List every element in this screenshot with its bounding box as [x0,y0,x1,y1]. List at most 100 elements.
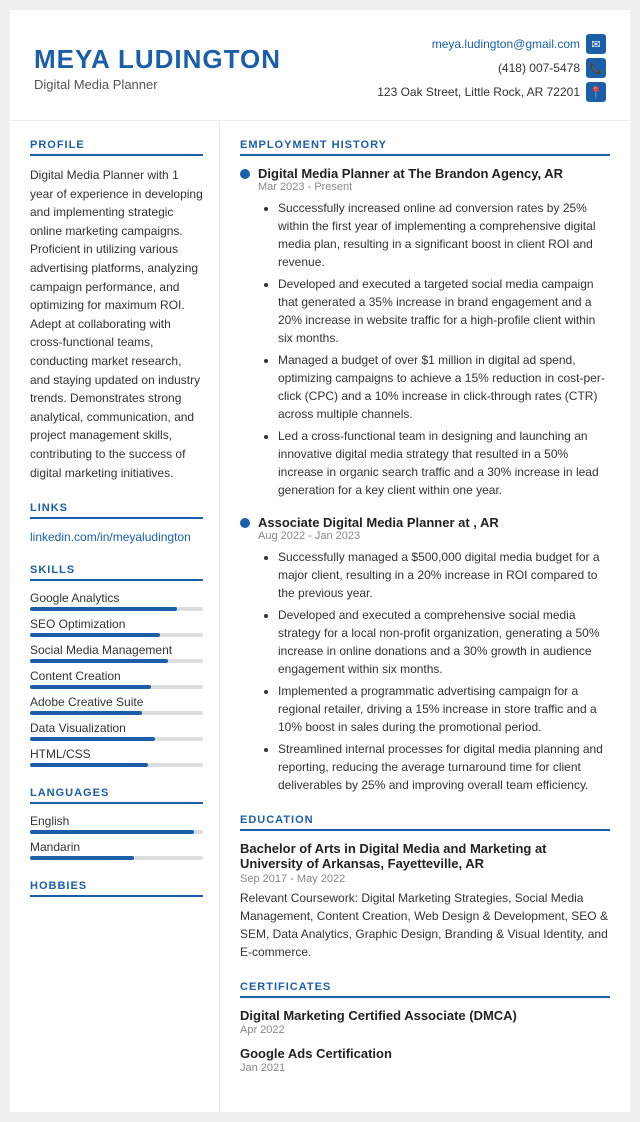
phone-icon: 📞 [586,58,606,78]
hobbies-title: HOBBIES [30,880,203,897]
job-title: Digital Media Planner at The Brandon Age… [258,166,563,181]
address-contact: 123 Oak Street, Little Rock, AR 72201 📍 [377,82,606,102]
skill-bar-bg [30,737,203,741]
skill-bar-bg [30,711,203,715]
phone-contact: (418) 007-5478 📞 [498,58,606,78]
job-dot [240,169,250,179]
address-text: 123 Oak Street, Little Rock, AR 72201 [377,85,580,99]
skill-item: Data Visualization [30,721,203,741]
header-right: meya.ludington@gmail.com ✉ (418) 007-547… [377,34,606,102]
language-name: Mandarin [30,840,203,854]
skill-bar-fill [30,685,151,689]
skill-item: Social Media Management [30,643,203,663]
location-icon: 📍 [586,82,606,102]
email-link[interactable]: meya.ludington@gmail.com [432,37,580,51]
bullet-item: Led a cross-functional team in designing… [278,427,610,499]
skill-bar-fill [30,607,177,611]
employment-section: EMPLOYMENT HISTORY Digital Media Planner… [240,139,610,794]
job-date: Mar 2023 - Present [258,181,610,193]
cert-item: Google Ads Certification Jan 2021 [240,1046,610,1074]
certs-list: Digital Marketing Certified Associate (D… [240,1008,610,1074]
skill-item: HTML/CSS [30,747,203,767]
skill-name: Content Creation [30,669,203,683]
skill-bar-fill [30,711,142,715]
languages-section: LANGUAGES English Mandarin [30,787,203,860]
cert-item: Digital Marketing Certified Associate (D… [240,1008,610,1036]
job-dot [240,518,250,528]
skill-name: HTML/CSS [30,747,203,761]
left-column: PROFILE Digital Media Planner with 1 yea… [10,121,220,1112]
job-title: Associate Digital Media Planner at , AR [258,515,499,530]
links-section: LINKS linkedin.com/in/meyaludington [30,502,203,544]
degree-title: Bachelor of Arts in Digital Media and Ma… [240,841,610,871]
skill-name: Social Media Management [30,643,203,657]
links-title: LINKS [30,502,203,519]
jobs-list: Digital Media Planner at The Brandon Age… [240,166,610,794]
skill-bar-bg [30,763,203,767]
bullet-item: Managed a budget of over $1 million in d… [278,351,610,423]
right-column: EMPLOYMENT HISTORY Digital Media Planner… [220,121,630,1112]
skill-bar-bg [30,685,203,689]
job-item: Associate Digital Media Planner at , AR … [240,515,610,794]
skill-bar-fill [30,659,168,663]
candidate-name: MEYA LUDINGTON [34,44,281,75]
header: MEYA LUDINGTON Digital Media Planner mey… [10,10,630,121]
skills-section: SKILLS Google Analytics SEO Optimization… [30,564,203,767]
bullet-item: Streamlined internal processes for digit… [278,740,610,794]
skill-item: Google Analytics [30,591,203,611]
job-item: Digital Media Planner at The Brandon Age… [240,166,610,499]
phone-text: (418) 007-5478 [498,61,580,75]
skill-item: SEO Optimization [30,617,203,637]
skill-bar-fill [30,763,148,767]
language-bar-bg [30,830,203,834]
job-bullets: Successfully increased online ad convers… [268,199,610,499]
skill-bar-bg [30,633,203,637]
languages-list: English Mandarin [30,814,203,860]
skill-item: Content Creation [30,669,203,689]
cert-name: Digital Marketing Certified Associate (D… [240,1008,610,1023]
profile-section: PROFILE Digital Media Planner with 1 yea… [30,139,203,482]
bullet-item: Successfully managed a $500,000 digital … [278,548,610,602]
skill-name: Google Analytics [30,591,203,605]
cert-name: Google Ads Certification [240,1046,610,1061]
certificates-section: CERTIFICATES Digital Marketing Certified… [240,981,610,1074]
bullet-item: Developed and executed a targeted social… [278,275,610,347]
language-bar-fill [30,856,134,860]
skill-item: Adobe Creative Suite [30,695,203,715]
candidate-title: Digital Media Planner [34,77,281,92]
header-left: MEYA LUDINGTON Digital Media Planner [34,44,281,92]
linkedin-link-item: linkedin.com/in/meyaludington [30,529,203,544]
cert-date: Apr 2022 [240,1024,610,1036]
education-title: EDUCATION [240,814,610,831]
bullet-item: Successfully increased online ad convers… [278,199,610,271]
job-bullets: Successfully managed a $500,000 digital … [268,548,610,794]
language-item: Mandarin [30,840,203,860]
degree-date: Sep 2017 - May 2022 [240,873,610,885]
body: PROFILE Digital Media Planner with 1 yea… [10,121,630,1112]
language-name: English [30,814,203,828]
skill-bar-fill [30,737,155,741]
job-header: Digital Media Planner at The Brandon Age… [240,166,610,181]
cert-date: Jan 2021 [240,1062,610,1074]
skill-bar-fill [30,633,160,637]
education-section: EDUCATION Bachelor of Arts in Digital Me… [240,814,610,961]
email-icon: ✉ [586,34,606,54]
skill-name: Adobe Creative Suite [30,695,203,709]
employment-title: EMPLOYMENT HISTORY [240,139,610,156]
linkedin-link[interactable]: linkedin.com/in/meyaludington [30,530,191,544]
email-contact: meya.ludington@gmail.com ✉ [432,34,606,54]
bullet-item: Implemented a programmatic advertising c… [278,682,610,736]
job-date: Aug 2022 - Jan 2023 [258,530,610,542]
language-bar-bg [30,856,203,860]
skill-bar-bg [30,659,203,663]
resume-container: MEYA LUDINGTON Digital Media Planner mey… [10,10,630,1112]
skills-title: SKILLS [30,564,203,581]
skill-bar-bg [30,607,203,611]
profile-title: PROFILE [30,139,203,156]
language-item: English [30,814,203,834]
bullet-item: Developed and executed a comprehensive s… [278,606,610,678]
language-bar-fill [30,830,194,834]
certificates-title: CERTIFICATES [240,981,610,998]
profile-text: Digital Media Planner with 1 year of exp… [30,166,203,482]
skill-name: SEO Optimization [30,617,203,631]
